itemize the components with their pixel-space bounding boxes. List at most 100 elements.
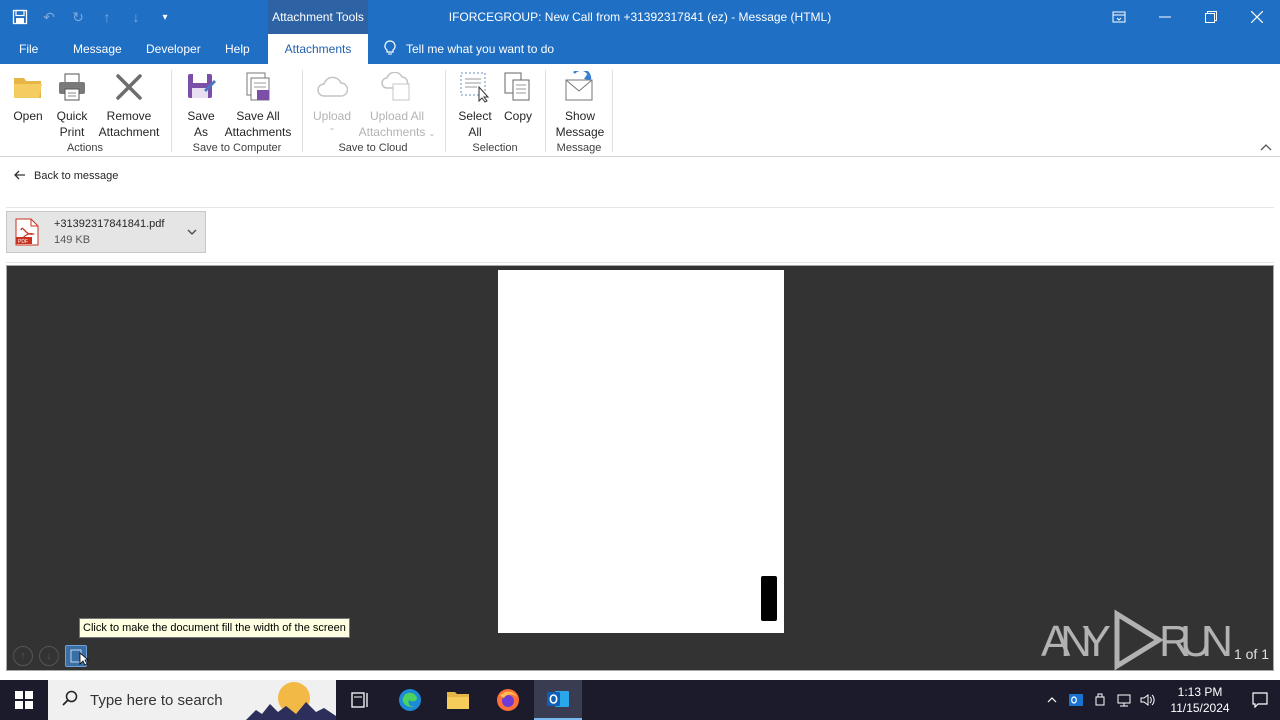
collapse-ribbon-icon[interactable] [1260,142,1272,154]
group-selection: Select All Copy Selection [450,68,540,154]
group-save-to-cloud: Upload ⌄ Upload All Attachments ⌄ Save t… [306,68,440,154]
quick-print-button[interactable]: Quick Print [52,70,92,140]
remove-attachment-button[interactable]: Remove Attachment [94,70,164,140]
tell-me-label: Tell me what you want to do [406,42,555,56]
tab-message[interactable]: Message [73,34,122,64]
quick-print-label-1: Quick [56,109,88,123]
attachment-name: +31392317841841.pdf [54,218,165,230]
group-label-save-to-cloud: Save to Cloud [338,142,408,154]
show-message-button[interactable]: Show Message [552,70,608,140]
save-as-button[interactable]: Save As [180,70,222,140]
show-hidden-icons-icon[interactable] [1040,680,1064,720]
back-to-message-label: Back to message [34,170,119,182]
ribbon: Open Quick Print Remove Attachment Actio… [0,64,1280,157]
title-bar: ↶ ↻ ↑ ↓ ▾ Attachment Tools IFORCEGROUP: … [0,0,1280,34]
redo-icon[interactable]: ↻ [68,7,88,27]
save-as-icon [185,70,217,104]
upload-dropdown-icon: ⌄ [328,123,336,132]
file-explorer-taskbar-button[interactable] [434,680,482,720]
previous-page-icon[interactable]: ↑ [13,645,33,666]
tab-file[interactable]: File [19,34,38,64]
group-separator [612,70,613,152]
attachment-menu-chevron-icon[interactable] [187,226,197,238]
clock-time: 1:13 PM [1177,685,1223,699]
save-all-attachments-button[interactable]: Save All Attachments [222,70,294,140]
save-all-label-2: Attachments [224,125,292,139]
network-icon[interactable] [1112,680,1136,720]
upload-all-button[interactable]: Upload All Attachments ⌄ [356,70,438,142]
save-as-label-1: Save [187,109,215,123]
clock-date: 11/15/2024 [1170,701,1230,715]
search-highlight-illustration [246,680,336,720]
copy-button[interactable]: Copy [500,70,536,124]
open-button[interactable]: Open [6,70,50,124]
upload-all-dropdown-icon: ⌄ [428,129,436,138]
outlook-tray-icon[interactable] [1064,680,1088,720]
folder-icon [447,692,469,709]
volume-icon[interactable] [1136,680,1160,720]
context-tab-title: Attachment Tools [268,0,368,34]
notification-center-icon[interactable] [1240,680,1280,720]
tell-me-search[interactable]: Tell me what you want to do [384,34,554,64]
undo-icon[interactable]: ↶ [39,7,59,27]
select-all-label-1: Select [458,109,492,123]
close-icon[interactable] [1234,0,1280,34]
search-icon [62,690,78,710]
select-all-button[interactable]: Select All [452,70,498,140]
usb-tray-icon[interactable] [1088,680,1112,720]
clock[interactable]: 1:13 PM 11/15/2024 [1160,684,1240,716]
taskbar: Type here to search 1:13 PM 11/15/2024 [0,680,1280,720]
svg-text:ANY: ANY [1041,617,1111,666]
quick-access-toolbar: ↶ ↻ ↑ ↓ ▾ [10,0,175,34]
group-separator [545,70,546,152]
cloud-icon [316,70,348,104]
next-item-icon[interactable]: ↓ [126,7,146,27]
group-label-actions: Actions [66,142,104,154]
show-message-icon [564,70,596,104]
tab-developer[interactable]: Developer [146,34,201,64]
taskbar-search-box[interactable]: Type here to search [48,680,336,720]
remove-x-icon [113,70,145,104]
select-all-label-2: All [468,125,482,139]
folder-icon [12,70,44,104]
attachment-item[interactable]: PDF +31392317841841.pdf 149 KB [6,211,206,253]
select-all-icon [459,70,491,104]
customize-qat-icon[interactable]: ▾ [155,7,175,27]
task-view-button[interactable] [336,680,384,720]
divider [6,262,1274,263]
tab-help[interactable]: Help [225,34,250,64]
lightbulb-icon [384,39,396,59]
group-save-to-computer: Save As Save All Attachments Save to Com… [178,68,296,154]
save-as-label-2: As [193,125,208,139]
svg-text:RUN: RUN [1159,617,1233,666]
group-separator [171,70,172,152]
group-label-save-to-computer: Save to Computer [192,142,282,154]
restore-icon[interactable] [1188,0,1234,34]
start-button[interactable] [0,680,48,720]
firefox-taskbar-button[interactable] [484,680,532,720]
upload-button[interactable]: Upload ⌄ [308,70,356,132]
remove-label-2: Attachment [98,125,160,139]
system-tray: 1:13 PM 11/15/2024 [1040,680,1280,720]
save-all-label-1: Save All [236,109,280,123]
page-black-mark [761,576,777,621]
group-label-message: Message [556,142,602,154]
attachment-preview-pane[interactable]: Click to make the document fill the widt… [6,265,1274,671]
pdf-file-icon: PDF [15,218,39,246]
copy-label: Copy [503,109,532,123]
edge-taskbar-button[interactable] [386,680,434,720]
ribbon-display-options-icon[interactable] [1096,0,1142,34]
previous-item-icon[interactable]: ↑ [97,7,117,27]
back-arrow-icon [14,170,26,183]
page-indicator: 1 of 1 [1233,646,1269,662]
search-placeholder: Type here to search [90,691,223,709]
minimize-icon[interactable] [1142,0,1188,34]
copy-icon [502,70,534,104]
next-page-icon[interactable]: ↓ [39,645,59,666]
tab-attachments[interactable]: Attachments [268,34,368,64]
back-to-message-link[interactable]: Back to message [14,166,118,186]
window-title: IFORCEGROUP: New Call from +31392317841 … [448,10,832,24]
task-view-icon [351,692,368,708]
outlook-taskbar-button[interactable] [534,680,582,720]
save-icon[interactable] [10,7,30,27]
